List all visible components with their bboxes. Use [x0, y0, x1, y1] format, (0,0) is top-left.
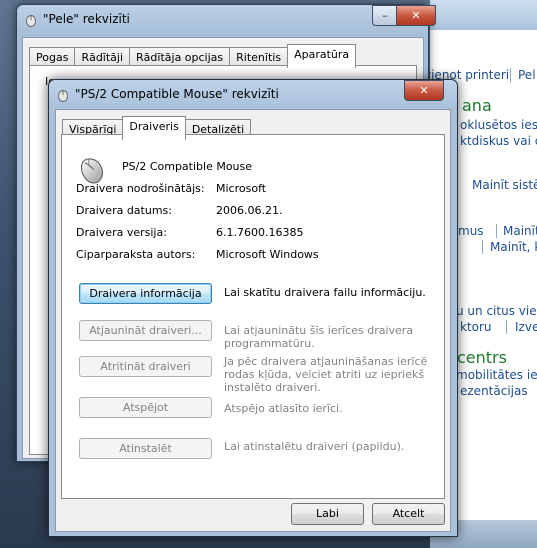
- tab-draiveris[interactable]: Draiveris: [122, 116, 186, 140]
- link-separator: [482, 240, 483, 254]
- close-button[interactable]: ✕: [404, 80, 444, 101]
- property-value: 6.1.7600.16385: [216, 226, 304, 239]
- control-panel-link[interactable]: ktdiskus vai cit: [460, 134, 537, 148]
- window-title: "PS/2 Compatible Mouse" rekvizīti: [75, 87, 279, 101]
- control-panel-link[interactable]: oklusētos iesta: [460, 118, 537, 132]
- control-panel-link[interactable]: u un citus viena: [456, 304, 537, 318]
- control-panel-link[interactable]: Pel: [518, 68, 536, 82]
- driver-tab-panel: PS/2 Compatible Mouse Draivera nodrošinā…: [61, 134, 445, 499]
- tab-aparatūra[interactable]: Aparatūra: [287, 44, 357, 68]
- control-panel-link[interactable]: ezentācijas: [460, 384, 528, 398]
- property-label: Ciparparaksta autors:: [76, 248, 196, 261]
- cancel-button[interactable]: Atcelt: [372, 503, 445, 525]
- action-description: Lai atjauninātu šīs ierīces draivera pro…: [224, 324, 414, 350]
- control-panel-link[interactable]: mus: [458, 224, 484, 238]
- disable-button[interactable]: Atspējot: [79, 397, 212, 418]
- link-separator: [510, 68, 511, 82]
- action-description: Ja pēc draivera atjaunināšanas ierīcē ro…: [224, 355, 428, 394]
- property-value: 2006.06.21.: [216, 204, 283, 217]
- control-panel-link[interactable]: Mainīt, k: [490, 240, 537, 254]
- control-panel-link[interactable]: mobilitātes iesta: [456, 368, 537, 382]
- driver-details-button[interactable]: Draivera informācija: [79, 283, 212, 304]
- property-label: Draivera versija:: [76, 226, 167, 239]
- mouse-icon: [26, 15, 36, 27]
- control-panel-link[interactable]: Mainīt sistēm: [472, 178, 537, 192]
- mouse-icon: [58, 90, 68, 102]
- action-description: Lai skatītu draivera failu informāciju.: [224, 286, 426, 299]
- section-heading: centrs: [457, 348, 507, 367]
- window-title: "Pele" rekvizīti: [43, 12, 130, 26]
- section-heading: ana: [462, 96, 492, 115]
- property-value: Microsoft Windows: [216, 248, 319, 261]
- minimize-button[interactable]: –: [372, 5, 398, 26]
- uninstall-button[interactable]: Atinstalēt: [79, 438, 212, 459]
- ok-button[interactable]: Labi: [291, 503, 364, 525]
- property-value: Microsoft: [216, 182, 267, 195]
- control-panel-link[interactable]: Izvei: [515, 320, 537, 334]
- device-name: PS/2 Compatible Mouse: [122, 160, 253, 173]
- control-panel-link[interactable]: Mainīt: [503, 224, 537, 238]
- action-description: Lai atinstalētu draiveri (papildu).: [224, 440, 405, 453]
- property-label: Draivera nodrošinātājs:: [76, 182, 205, 195]
- link-separator: [496, 224, 497, 238]
- property-label: Draivera datums:: [76, 204, 172, 217]
- dialog-body: Vispārīgi Draiveris Detalizēti PS/2 Compat…: [55, 109, 451, 532]
- action-description: Atspējo atlasīto ierīci.: [224, 402, 343, 415]
- control-panel-link[interactable]: ktoru: [460, 320, 492, 334]
- device-properties-window: "PS/2 Compatible Mouse" rekvizīti ✕ Visp…: [48, 79, 458, 537]
- link-separator: [506, 320, 507, 334]
- update-driver-button[interactable]: Atjaunināt draiveri...: [79, 320, 212, 341]
- close-button[interactable]: ✕: [396, 5, 436, 26]
- control-panel-titlebar: [430, 0, 537, 30]
- roll-back-driver-button[interactable]: Atritināt draiveri: [79, 356, 212, 377]
